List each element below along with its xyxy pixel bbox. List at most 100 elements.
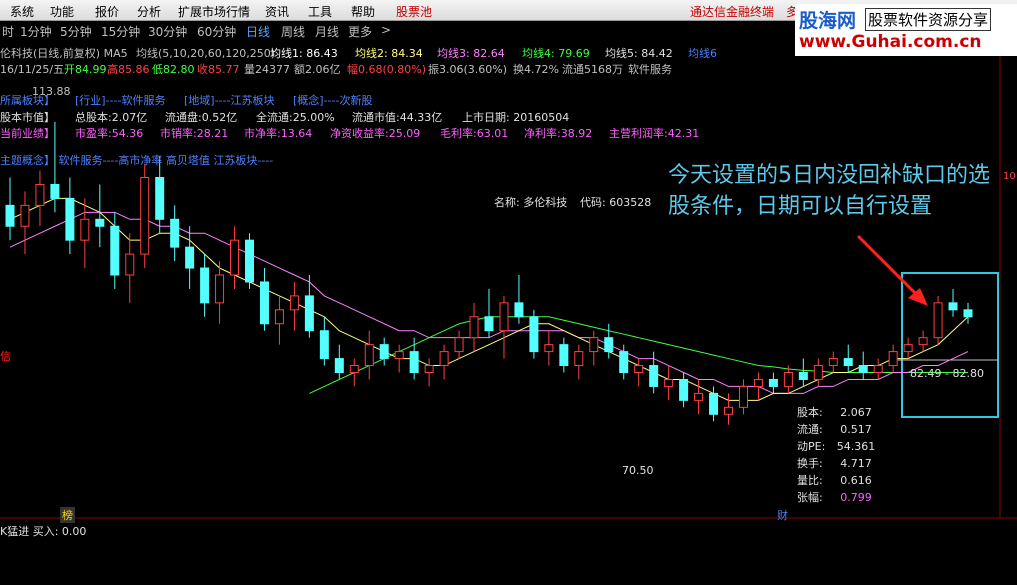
candle-body <box>110 225 120 276</box>
candle-body <box>125 253 135 276</box>
menu-item-system[interactable]: 系统 <box>10 3 34 20</box>
info-float-cap: 流通市值:44.33亿 <box>352 111 443 124</box>
candle-body <box>813 365 823 380</box>
candle-body <box>20 204 30 227</box>
bar-volume: 量24377 <box>244 63 290 76</box>
candle-body <box>858 365 868 373</box>
bar-low: 低82.80 <box>152 63 195 76</box>
left-signal-label: 信 <box>0 350 11 363</box>
news-ticker[interactable]: 通达信金融终端 <box>690 3 774 20</box>
guhai-logo: 股海网 股票软件资源分享 www.Guhai.com.cn <box>795 4 1017 56</box>
candle-body <box>170 218 180 248</box>
candle-body <box>394 351 404 360</box>
menu-item-extended-market[interactable]: 扩展市场行情 <box>178 3 250 20</box>
logo-slogan: 股票软件资源分享 <box>865 8 992 31</box>
menu-item-quote[interactable]: 报价 <box>95 3 119 20</box>
menu-item-analysis[interactable]: 分析 <box>137 3 161 20</box>
bar-float: 流通5168万 <box>562 63 623 76</box>
quote-row: 动PE: 54.361 <box>797 440 876 453</box>
list-badge[interactable]: 榜 <box>60 507 75 523</box>
period-tab-more[interactable]: 更多 <box>348 23 372 40</box>
logo-brand: 股海网 <box>799 10 857 32</box>
quote-row: 流通: 0.517 <box>797 423 872 436</box>
candle-body <box>200 267 210 304</box>
candle-body <box>948 302 958 311</box>
candle-body <box>319 330 329 360</box>
candle-body <box>140 177 150 255</box>
candle-body <box>753 378 763 387</box>
bar-open: 开84.99 <box>64 63 107 76</box>
candle-body <box>499 302 509 332</box>
candle-body <box>918 337 928 346</box>
candle-body <box>50 183 60 199</box>
candle-body <box>230 239 240 276</box>
menu-item-help[interactable]: 帮助 <box>351 3 375 20</box>
candle-body <box>484 316 494 332</box>
ma2-value: 均线2: 84.34 <box>355 47 423 60</box>
candle-body <box>634 365 644 373</box>
period-tab-time[interactable]: 时 <box>2 23 14 40</box>
bar-high: 高85.86 <box>107 63 150 76</box>
period-tab-5min[interactable]: 5分钟 <box>60 23 92 40</box>
candle-body <box>469 316 479 339</box>
period-tab-daily[interactable]: 日线 <box>246 23 270 40</box>
menu-item-stock-pool[interactable]: 股票池 <box>396 3 432 20</box>
period-tab-1min[interactable]: 1分钟 <box>20 23 52 40</box>
period-tab-weekly[interactable]: 周线 <box>281 23 305 40</box>
bar-amplitude: 振3.06(3.60%) <box>428 63 508 76</box>
period-tab-15min[interactable]: 15分钟 <box>101 23 140 40</box>
candle-body <box>604 337 614 353</box>
info-gross-margin: 毛利率:63.01 <box>440 127 509 140</box>
more-arrow-icon[interactable]: > <box>381 23 391 37</box>
quote-row: 换手: 4.717 <box>797 457 872 470</box>
quote-row: 股本: 2.067 <box>797 406 872 419</box>
candle-body <box>529 316 539 353</box>
candle-body <box>65 197 75 241</box>
menu-item-news[interactable]: 资讯 <box>265 3 289 20</box>
period-toolbar: 时 1分钟 5分钟 15分钟 30分钟 60分钟 日线 周线 月线 更多 > <box>0 21 790 39</box>
info-sector-region: [地域]----江苏板块 <box>184 94 275 107</box>
candle-body <box>679 378 689 401</box>
period-tab-monthly[interactable]: 月线 <box>315 23 339 40</box>
candle-body <box>649 365 659 387</box>
info-pb: 市净率:13.64 <box>244 127 313 140</box>
gap-range-label: 82.49 - 82.80 <box>910 367 984 380</box>
bar-close: 收85.77 <box>197 63 240 76</box>
period-tab-60min[interactable]: 60分钟 <box>197 23 236 40</box>
candle-body <box>80 218 90 241</box>
bar-turnover: 换4.72% <box>513 63 559 76</box>
candle-body <box>409 351 419 374</box>
candle-body <box>963 309 973 318</box>
info-op-margin: 主营利润率:42.31 <box>609 127 700 140</box>
candle-body <box>215 274 225 304</box>
ma-params: 均线(5,10,20,60,120,250) <box>136 47 276 60</box>
ma6-value: 均线6 <box>688 47 717 60</box>
candle-body <box>454 337 464 353</box>
candle-body <box>694 392 704 401</box>
ma4-value: 均线4: 79.69 <box>522 47 590 60</box>
info-total-shares: 总股本:2.07亿 <box>75 111 148 124</box>
info-float-shares: 流通盘:0.52亿 <box>165 111 238 124</box>
finance-badge[interactable]: 财 <box>777 507 788 523</box>
period-tab-30min[interactable]: 30分钟 <box>148 23 187 40</box>
candle-body <box>619 351 629 374</box>
candle-body <box>334 358 344 374</box>
quote-row: 量比: 0.616 <box>797 474 872 487</box>
info-sector-industry: [行业]----软件服务 <box>75 94 166 107</box>
annotation-arrow <box>856 234 922 300</box>
candle-body <box>903 344 913 353</box>
info-perf-label: 当前业绩】 <box>0 127 55 140</box>
menu-item-tools[interactable]: 工具 <box>308 3 332 20</box>
ma1-value: 均线1: 86.43 <box>270 47 338 60</box>
candle-body <box>95 218 105 227</box>
info-cap-label: 股本市值】 <box>0 111 55 124</box>
candle-body <box>574 351 584 367</box>
candle-body <box>738 385 748 408</box>
info-theme: 主题概念】 软件服务----高市净率 高贝塔值 江苏板块---- <box>0 154 274 167</box>
candle-body <box>304 295 314 332</box>
info-ps: 市销率:28.21 <box>160 127 229 140</box>
menu-item-function[interactable]: 功能 <box>50 3 74 20</box>
logo-url: www.Guhai.com.cn <box>799 32 982 52</box>
info-sector-concept: [概念]----次新股 <box>293 94 373 107</box>
candle-body <box>439 351 449 367</box>
